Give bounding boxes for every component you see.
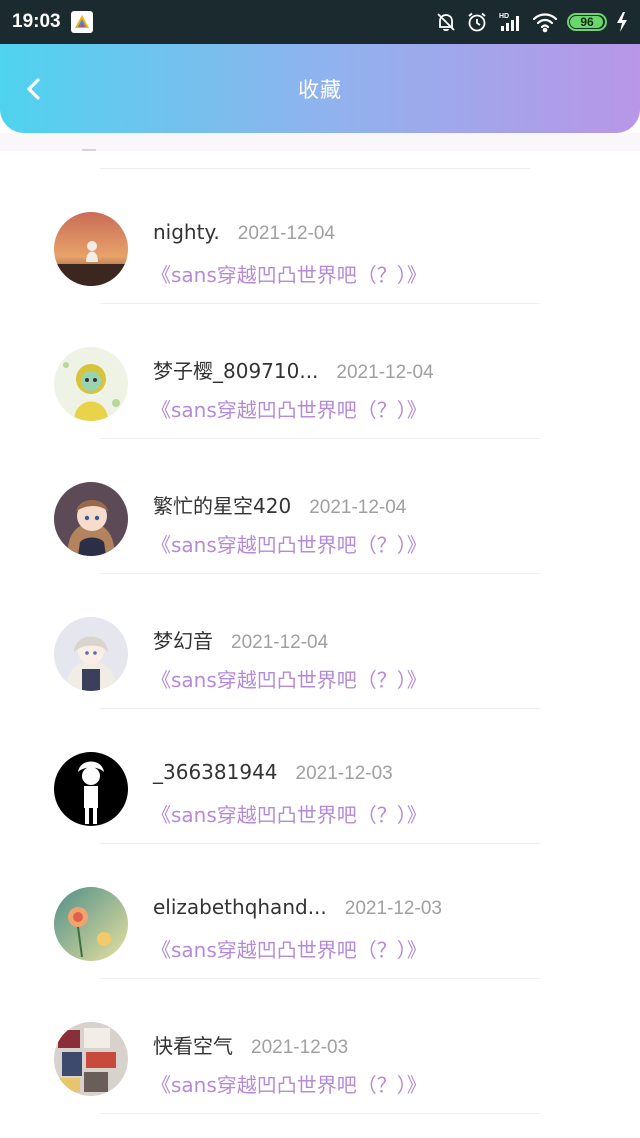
app-icon bbox=[70, 11, 93, 33]
avatar[interactable] bbox=[54, 1022, 128, 1096]
back-button[interactable] bbox=[18, 73, 50, 105]
username[interactable]: 梦幻音 bbox=[153, 625, 213, 654]
book-title[interactable]: 《sans穿越凹凸世界吧（？）》 bbox=[151, 1069, 427, 1098]
app-header: 收藏 bbox=[0, 44, 640, 133]
date: 2021-12-04 bbox=[237, 223, 335, 244]
bell-muted-icon bbox=[435, 11, 457, 33]
book-title[interactable]: 《sans穿越凹凸世界吧（？）》 bbox=[151, 799, 427, 828]
avatar[interactable] bbox=[54, 347, 128, 421]
avatar[interactable] bbox=[54, 482, 128, 556]
book-title[interactable]: 《sans穿越凹凸世界吧（？）》 bbox=[151, 664, 427, 693]
status-bar: 19:03 HD 96 bbox=[0, 0, 640, 44]
username[interactable]: elizabethqhand... bbox=[153, 895, 327, 919]
list-item[interactable]: 梦子樱_809710... 2021-12-04 《sans穿越凹凸世界吧（？）… bbox=[0, 303, 640, 439]
list-item[interactable]: nighty. 2021-12-04 《sans穿越凹凸世界吧（？）》 bbox=[0, 168, 640, 304]
username[interactable]: _366381944 bbox=[153, 760, 278, 784]
date: 2021-12-03 bbox=[251, 1037, 349, 1058]
alarm-icon bbox=[466, 11, 488, 33]
list-item[interactable]: 快看空气 2021-12-03 《sans穿越凹凸世界吧（？）》 bbox=[0, 978, 640, 1114]
username[interactable]: 梦子樱_809710... bbox=[153, 355, 318, 384]
list-item[interactable]: elizabethqhand... 2021-12-03 《sans穿越凹凸世界… bbox=[0, 843, 640, 979]
list-item[interactable]: 梦幻音 2021-12-04 《sans穿越凹凸世界吧（？）》 bbox=[0, 573, 640, 709]
avatar[interactable] bbox=[54, 212, 128, 286]
book-title[interactable]: 《sans穿越凹凸世界吧（？）》 bbox=[151, 934, 427, 963]
scroll-remnant bbox=[82, 149, 96, 151]
charging-bolt-icon bbox=[616, 12, 628, 32]
avatar[interactable] bbox=[54, 887, 128, 961]
list-top-strip bbox=[0, 133, 640, 151]
avatar[interactable] bbox=[54, 752, 128, 826]
username[interactable]: nighty. bbox=[153, 220, 220, 244]
divider bbox=[100, 1113, 540, 1114]
page-title: 收藏 bbox=[298, 77, 342, 102]
username[interactable]: 快看空气 bbox=[153, 1030, 233, 1059]
hd-signal-icon: HD bbox=[497, 11, 523, 33]
status-time: 19:03 bbox=[12, 11, 61, 32]
book-title[interactable]: 《sans穿越凹凸世界吧（？）》 bbox=[151, 529, 427, 558]
wifi-icon bbox=[532, 11, 558, 33]
battery-icon: 96 bbox=[567, 13, 607, 31]
date: 2021-12-04 bbox=[231, 632, 329, 653]
battery-level: 96 bbox=[580, 15, 594, 29]
list-item[interactable]: _366381944 2021-12-03 《sans穿越凹凸世界吧（？）》 bbox=[0, 708, 640, 844]
svg-text:HD: HD bbox=[499, 13, 509, 20]
date: 2021-12-04 bbox=[336, 362, 434, 383]
date: 2021-12-03 bbox=[295, 763, 393, 784]
book-title[interactable]: 《sans穿越凹凸世界吧（？）》 bbox=[151, 259, 427, 288]
username[interactable]: 繁忙的星空420 bbox=[153, 490, 291, 519]
date: 2021-12-04 bbox=[309, 497, 407, 518]
list-item[interactable]: 繁忙的星空420 2021-12-04 《sans穿越凹凸世界吧（？）》 bbox=[0, 438, 640, 574]
date: 2021-12-03 bbox=[344, 898, 442, 919]
avatar[interactable] bbox=[54, 617, 128, 691]
favorites-list[interactable]: nighty. 2021-12-04 《sans穿越凹凸世界吧（？）》 梦子樱_… bbox=[0, 133, 640, 1138]
chevron-left-icon bbox=[27, 77, 40, 100]
book-title[interactable]: 《sans穿越凹凸世界吧（？）》 bbox=[151, 394, 427, 423]
